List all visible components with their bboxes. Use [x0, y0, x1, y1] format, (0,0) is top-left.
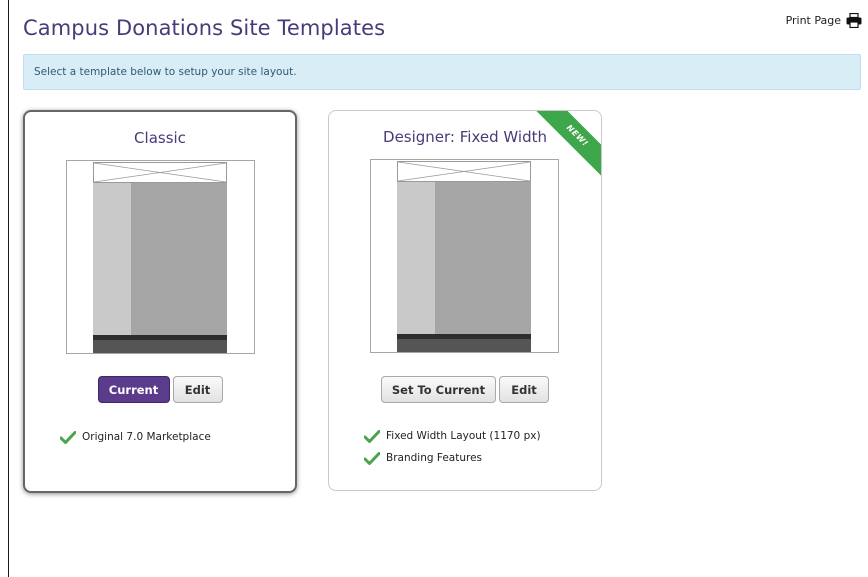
feature-label: Branding Features — [386, 452, 482, 464]
feature-list: Fixed Width Layout (1170 px) Branding Fe… — [364, 425, 541, 469]
preview-sidebar — [93, 183, 131, 335]
left-border — [8, 0, 9, 577]
layout-preview-image — [370, 159, 559, 353]
page-title: Campus Donations Site Templates — [23, 16, 386, 40]
feature-list: Original 7.0 Marketplace — [60, 426, 211, 448]
edit-button[interactable]: Edit — [172, 376, 223, 403]
feature-item: Branding Features — [364, 447, 541, 469]
preview-sidebar — [397, 182, 435, 334]
checkmark-icon — [60, 430, 76, 444]
set-to-current-button[interactable]: Set To Current — [381, 376, 496, 403]
feature-item: Fixed Width Layout (1170 px) — [364, 425, 541, 447]
preview-content — [435, 182, 531, 334]
preview-header-placeholder — [93, 162, 227, 183]
template-card-classic[interactable]: Classic Current Edit Original 7.0 Market… — [23, 110, 297, 493]
template-title: Classic — [134, 129, 186, 147]
preview-footer — [93, 340, 227, 353]
checkmark-icon — [364, 451, 380, 465]
preview-content — [131, 183, 227, 335]
info-message: Select a template below to setup your si… — [34, 66, 297, 78]
info-alert: Select a template below to setup your si… — [23, 54, 861, 90]
template-title: Designer: Fixed Width — [383, 128, 547, 146]
preview-header-placeholder — [397, 161, 531, 182]
current-button[interactable]: Current — [97, 376, 170, 403]
template-card-designer[interactable]: NEW! Designer: Fixed Width Set To Curren… — [328, 110, 602, 491]
feature-label: Fixed Width Layout (1170 px) — [386, 430, 541, 442]
feature-label: Original 7.0 Marketplace — [82, 431, 211, 443]
template-actions: Set To Current Edit — [329, 376, 601, 403]
layout-preview-image — [66, 160, 255, 354]
edit-button[interactable]: Edit — [499, 376, 549, 403]
template-actions: Current Edit — [25, 376, 295, 403]
preview-footer — [397, 339, 531, 352]
print-page-label: Print Page — [785, 14, 841, 27]
feature-item: Original 7.0 Marketplace — [60, 426, 211, 448]
print-page-link[interactable]: Print Page — [786, 13, 862, 28]
printer-icon — [846, 13, 862, 28]
checkmark-icon — [364, 429, 380, 443]
